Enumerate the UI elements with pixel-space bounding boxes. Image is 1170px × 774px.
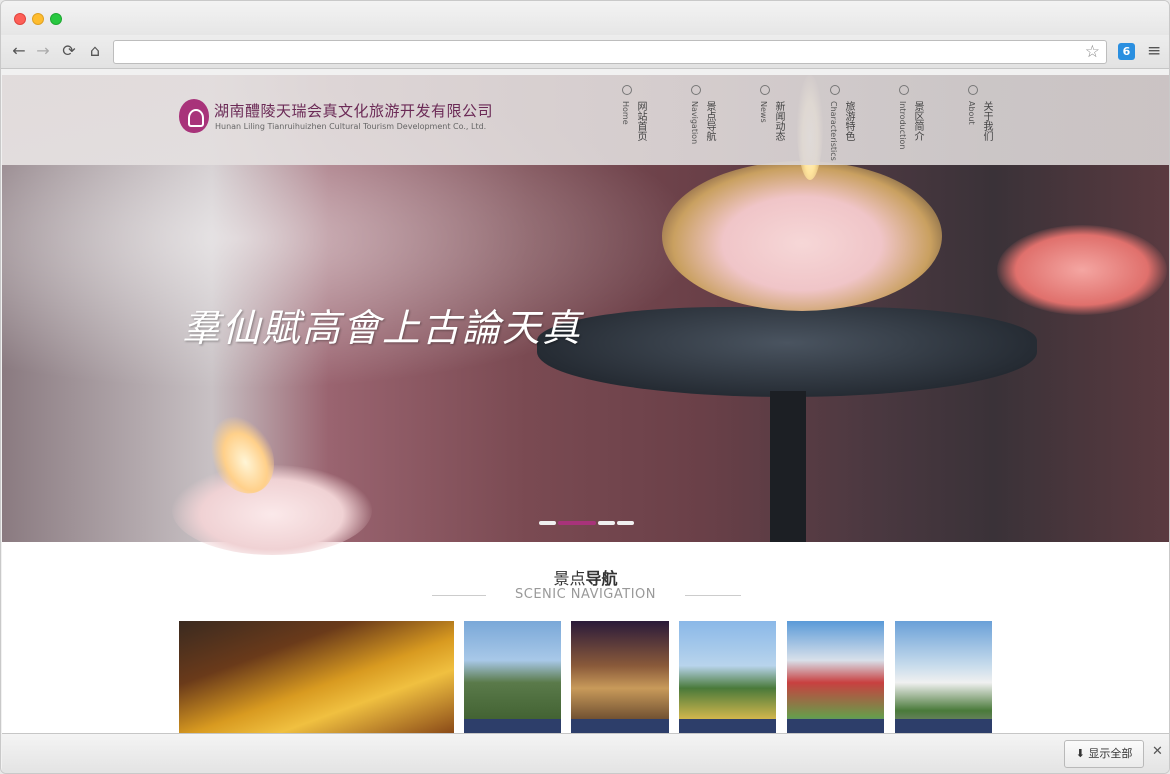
nav-dot-icon (622, 85, 632, 95)
menu-icon[interactable]: ≡ (1147, 41, 1161, 61)
bookmark-star-icon[interactable]: ☆ (1085, 42, 1100, 62)
banner-stand-pole (770, 391, 806, 542)
thumb-caption-bar (571, 719, 669, 733)
nav-label-cn: 旅游特色 (843, 101, 854, 141)
nav-dot-icon (830, 85, 840, 95)
nav-label-en: News (759, 101, 768, 123)
scenic-thumb-monument[interactable] (679, 621, 776, 733)
web-page: 羣仙賦高會上古論天真 湖南醴陵天瑞会真文化旅游开发有限公司 Hunan Lili… (2, 75, 1169, 733)
close-download-bar-icon[interactable]: ✕ (1152, 744, 1163, 759)
nav-dot-icon (760, 85, 770, 95)
nav-label-en: About (967, 101, 976, 125)
zoom-window-button[interactable] (50, 13, 62, 25)
reload-icon[interactable]: ⟳ (59, 41, 79, 61)
nav-label-cn: 景点导航 (704, 101, 715, 141)
thumb-caption-bar (464, 719, 561, 733)
address-bar[interactable]: ☆ (113, 40, 1107, 64)
site-header: 湖南醴陵天瑞会真文化旅游开发有限公司 Hunan Liling Tianruih… (2, 75, 1169, 165)
minimize-window-button[interactable] (32, 13, 44, 25)
home-icon[interactable]: ⌂ (85, 41, 105, 61)
scenic-thumb-pagoda[interactable] (464, 621, 561, 733)
back-icon[interactable]: ← (9, 41, 29, 61)
nav-label-cn: 新闻动态 (773, 101, 784, 141)
nav-label-en: Characteristics (829, 101, 838, 161)
banner-candle-right (997, 225, 1167, 315)
banner-calligraphy: 羣仙賦高會上古論天真 (182, 306, 583, 350)
nav-item-characteristics[interactable]: Characteristics 旅游特色 (829, 83, 870, 161)
nav-item-navigation[interactable]: Navigation 景点导航 (690, 83, 731, 161)
forward-icon[interactable]: → (33, 41, 53, 61)
nav-item-about[interactable]: About 关于我们 (967, 83, 1008, 161)
nav-label-cn: 关于我们 (981, 101, 992, 141)
browser-window: ← → ⟳ ⌂ ☆ 6 ≡ 羣仙賦高會上古論天真 湖南醴陵天瑞会真文化旅游开发有… (0, 0, 1170, 774)
close-window-button[interactable] (14, 13, 26, 25)
nav-label-en: Navigation (690, 101, 699, 145)
nav-label-en: Introduction (898, 101, 907, 150)
scenic-thumb-statue[interactable] (895, 621, 992, 733)
nav-label-cn: 网站首页 (635, 101, 646, 141)
nav-dot-icon (899, 85, 909, 95)
banner-candle-left (172, 465, 372, 555)
nav-dot-icon (691, 85, 701, 95)
slider-dot[interactable] (598, 521, 615, 525)
slider-dot[interactable] (617, 521, 634, 525)
thumb-caption-bar (679, 719, 776, 733)
scenic-thumb-street[interactable] (571, 621, 669, 733)
thumb-caption-bar (787, 719, 884, 733)
title-bar (1, 1, 1169, 35)
banner-lotus-candle (662, 161, 942, 311)
show-all-label: 显示全部 (1088, 747, 1133, 760)
browser-toolbar: ← → ⟳ ⌂ ☆ 6 ≡ (1, 35, 1169, 69)
section-subtitle: SCENIC NAVIGATION (514, 587, 656, 602)
slider-dot[interactable] (539, 521, 556, 525)
download-bar: ⬇ 显示全部 ✕ (2, 733, 1169, 773)
nav-label-en: Home (621, 101, 630, 125)
company-logo-icon[interactable] (179, 99, 209, 133)
nav-dot-icon (968, 85, 978, 95)
extension-icon[interactable]: 6 (1118, 43, 1135, 60)
show-all-downloads-button[interactable]: ⬇ 显示全部 (1064, 740, 1144, 768)
nav-item-home[interactable]: Home 网站首页 (621, 83, 662, 161)
nav-item-introduction[interactable]: Introduction 景区简介 (898, 83, 939, 161)
thumb-caption-bar (895, 719, 992, 733)
scenic-thumb-autumn-leaves[interactable] (179, 621, 454, 733)
scenic-thumb-building[interactable] (787, 621, 884, 733)
banner-candle-stand (537, 307, 1037, 397)
section-title: 景点导航 (553, 569, 618, 588)
slider-dot[interactable] (558, 521, 596, 525)
download-icon: ⬇ (1075, 747, 1085, 760)
company-name-cn[interactable]: 湖南醴陵天瑞会真文化旅游开发有限公司 (214, 100, 493, 121)
nav-item-news[interactable]: News 新闻动态 (759, 83, 800, 161)
company-name-en: Hunan Liling Tianruihuizhen Cultural Tou… (215, 122, 487, 131)
nav-label-cn: 景区简介 (912, 101, 923, 141)
